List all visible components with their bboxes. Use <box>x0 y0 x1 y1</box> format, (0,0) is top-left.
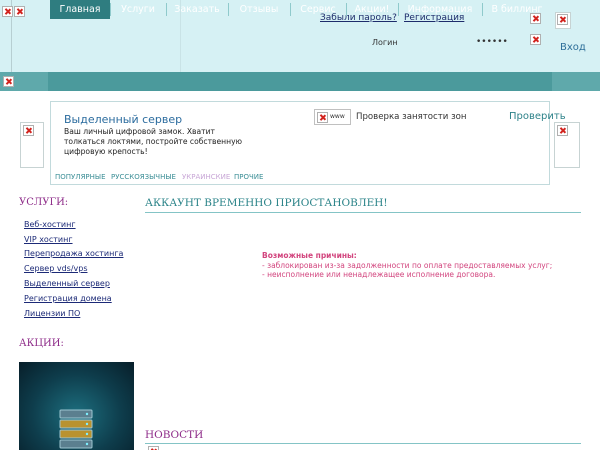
nav-item-order[interactable]: Заказать <box>166 0 228 19</box>
main-nav <box>0 72 600 91</box>
zone-tab-other[interactable]: ПРОЧИЕ <box>234 173 263 181</box>
service-link-licenses[interactable]: Лицензии ПО <box>24 309 80 318</box>
nav-item-information[interactable]: Информация <box>398 0 482 19</box>
service-link-reseller[interactable]: Перепродажа хостинга <box>24 249 123 258</box>
password-field[interactable]: •••••• <box>476 37 508 47</box>
zone-tab-russian[interactable]: РУССКОЯЗЫЧНЫЕ <box>111 173 176 181</box>
broken-image-icon <box>23 125 34 136</box>
service-link-web-hosting[interactable]: Веб-хостинг <box>24 220 76 229</box>
nav-item-billing[interactable]: В биллинг <box>482 0 552 19</box>
nav-item-reviews[interactable]: Отзывы <box>228 0 290 19</box>
service-link-vds-vps[interactable]: Сервер vds/vps <box>24 264 88 273</box>
zone-tab-ukrainian[interactable]: УКРАИНСКИЕ <box>182 173 230 181</box>
check-button[interactable]: Проверить <box>509 111 566 122</box>
promotions-heading: АКЦИИ: <box>19 338 64 349</box>
broken-image-icon <box>317 112 328 123</box>
heading-rule <box>145 443 581 444</box>
broken-image-icon <box>3 76 14 87</box>
reason-item: - неисполнение или ненадлежащее исполнен… <box>262 270 496 279</box>
broken-image-icon <box>557 125 568 136</box>
zone-tab-popular[interactable]: ПОПУЛЯРНЫЕ <box>55 173 106 181</box>
check-availability-label: Проверка занятости зон <box>356 112 467 122</box>
news-heading: НОВОСТИ <box>145 429 204 441</box>
broken-image-icon <box>557 14 568 25</box>
broken-image-icon <box>148 446 159 450</box>
main-nav-bar <box>48 72 552 91</box>
promo-server-image[interactable] <box>19 362 134 450</box>
service-link-domain[interactable]: Регистрация домена <box>24 294 112 303</box>
reasons-title: Возможные причины: <box>262 251 357 260</box>
reason-item: - заблокирован из-за задолженности по оп… <box>262 261 553 270</box>
www-prefix: www <box>330 113 345 120</box>
service-link-vip-hosting[interactable]: VIP хостинг <box>24 235 73 244</box>
suspended-heading: АККАУНТ ВРЕМЕННО ПРИОСТАНОВЛЕН! <box>145 197 388 209</box>
service-link-dedicated[interactable]: Выделенный сервер <box>24 279 110 288</box>
broken-image-icon <box>14 6 25 17</box>
nav-item-service[interactable]: Сервис <box>290 0 346 19</box>
nav-item-home[interactable]: Главная <box>50 0 110 19</box>
nav-item-services[interactable]: Услуги <box>110 0 166 19</box>
services-heading: УСЛУГИ: <box>19 197 69 208</box>
broken-image-icon <box>530 34 541 45</box>
login-button[interactable]: Вход <box>560 42 586 53</box>
server-rack-icon <box>59 409 93 449</box>
heading-rule <box>145 212 581 213</box>
promo-title[interactable]: Выделенный сервер <box>64 113 182 126</box>
broken-image-icon <box>2 6 13 17</box>
nav-item-promotions[interactable]: Акции! <box>346 0 398 19</box>
promo-text: Ваш личный цифровой замок. Хватит толкат… <box>64 127 242 156</box>
login-label: Логин <box>372 38 398 47</box>
